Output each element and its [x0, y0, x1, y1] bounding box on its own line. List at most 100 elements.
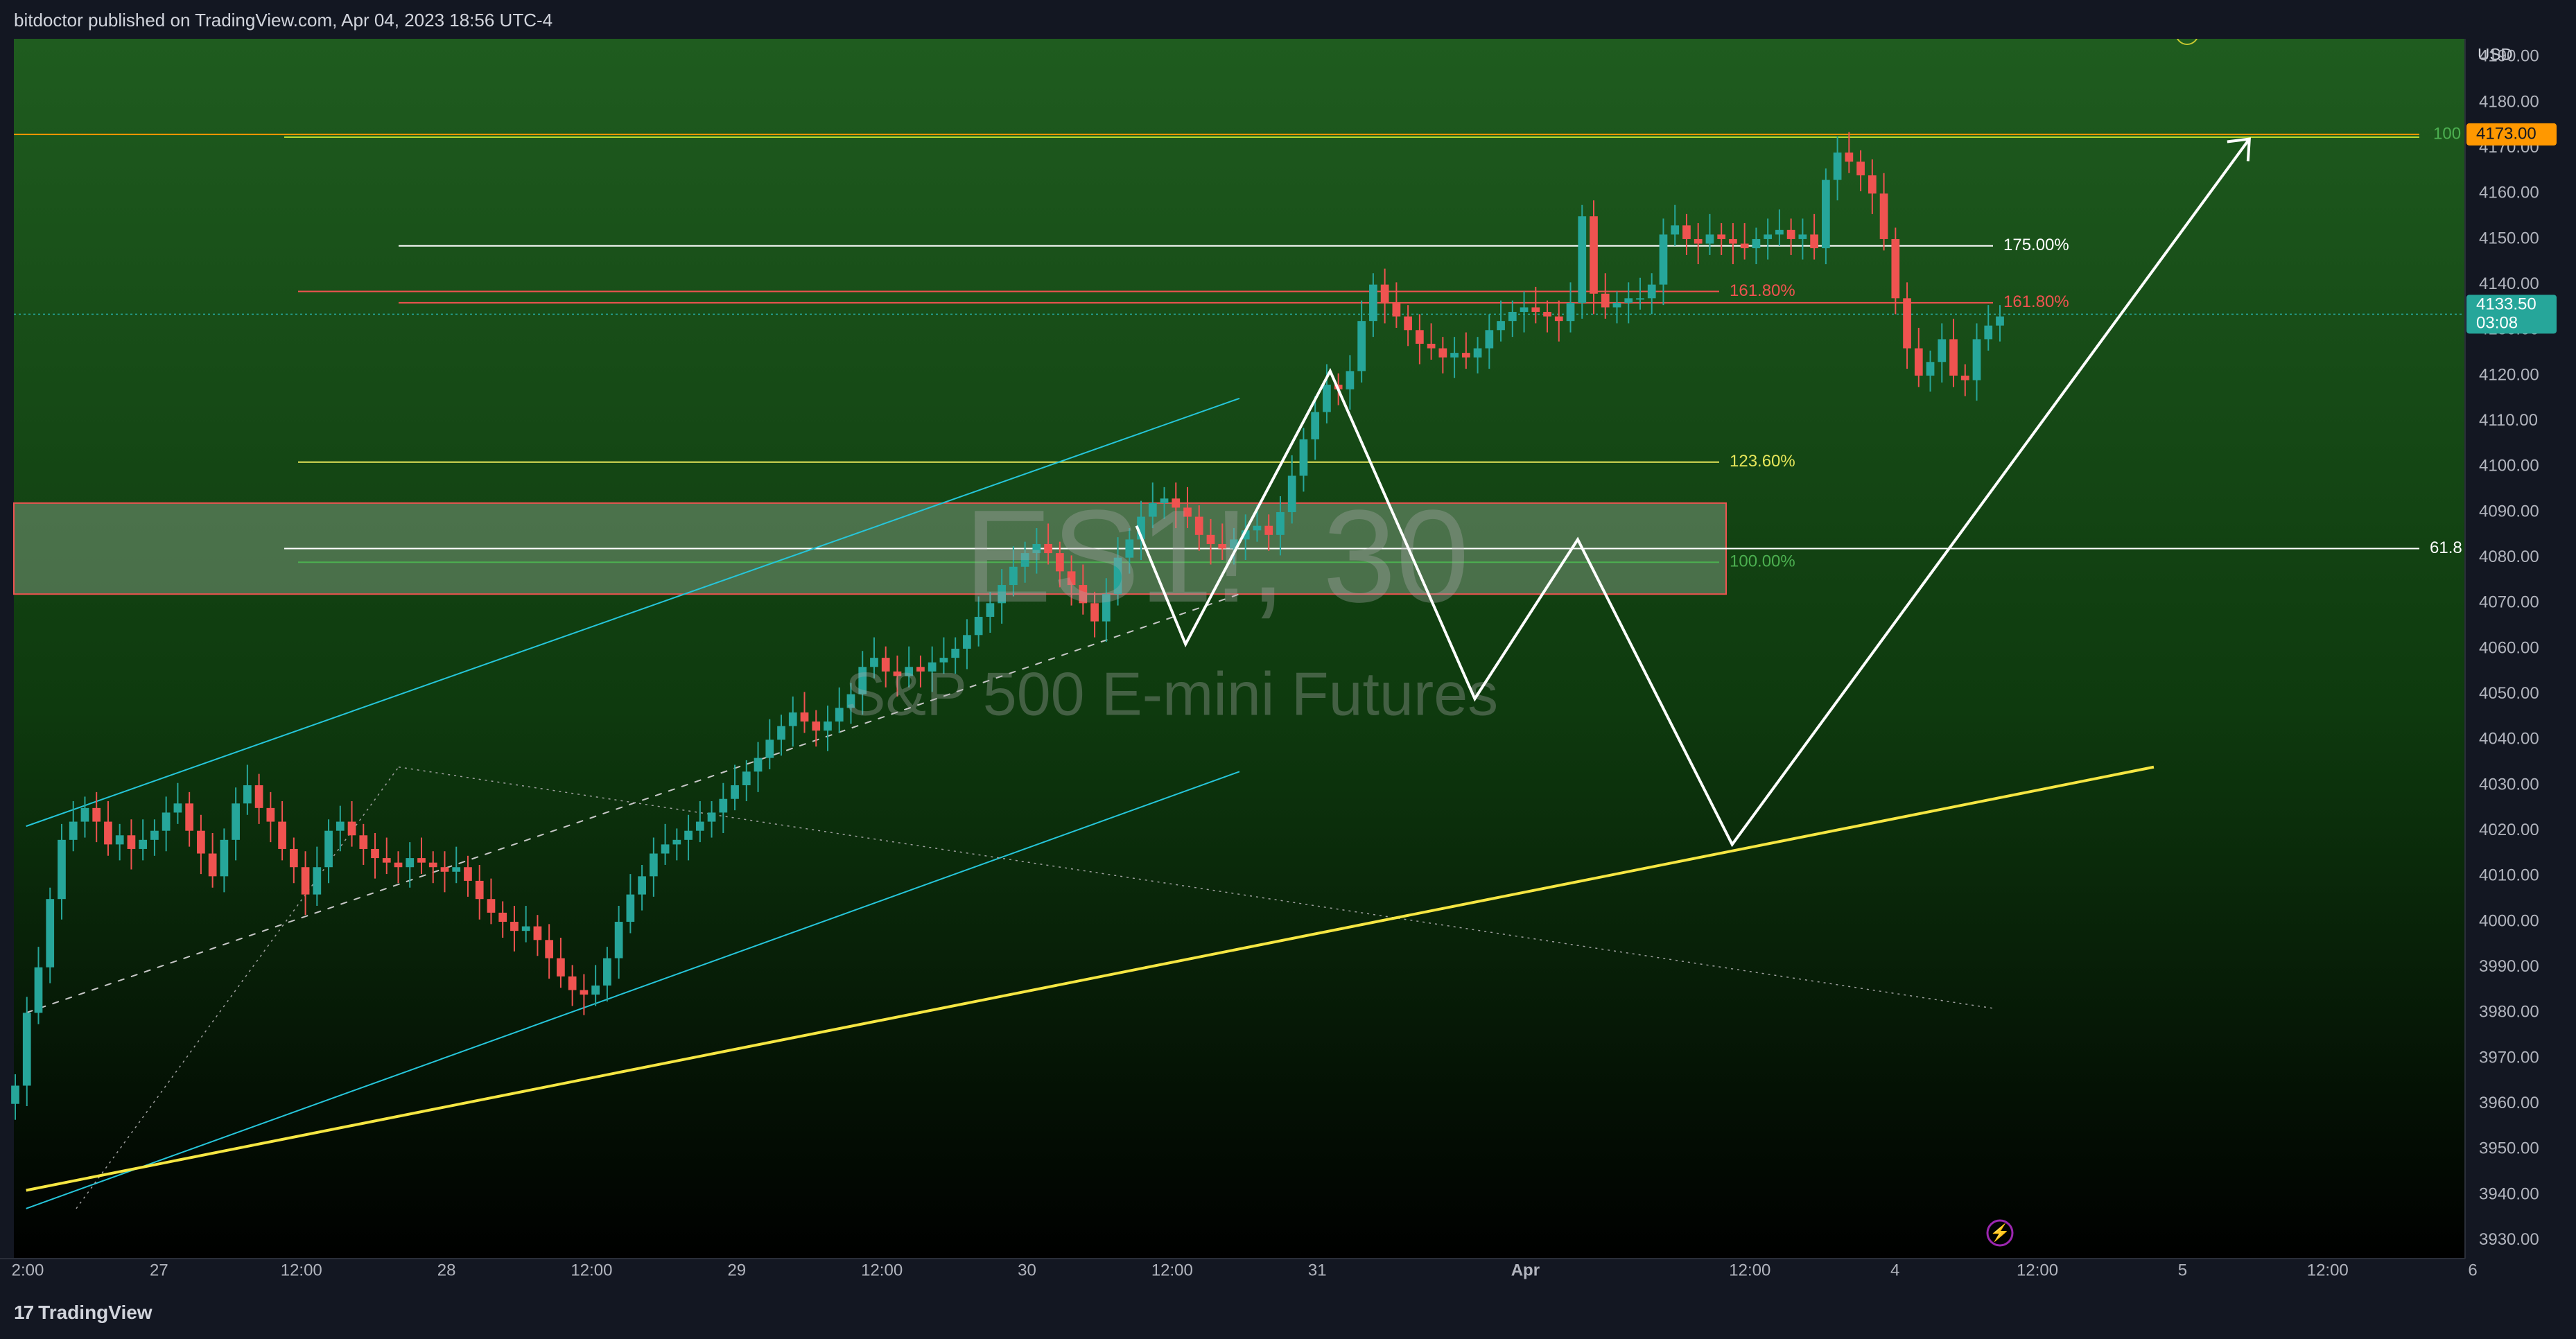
candle-body[interactable]: [336, 821, 345, 831]
candle-body[interactable]: [1392, 302, 1401, 317]
candle-body[interactable]: [301, 867, 310, 895]
candle-body[interactable]: [197, 830, 205, 854]
candle-body[interactable]: [1450, 353, 1459, 358]
candle-body[interactable]: [115, 835, 124, 845]
candle-body[interactable]: [173, 803, 182, 813]
candle-body[interactable]: [684, 830, 693, 840]
candle-body[interactable]: [812, 721, 821, 731]
candle-body[interactable]: [568, 976, 577, 990]
candle-body[interactable]: [278, 821, 286, 849]
candle-body[interactable]: [1427, 344, 1436, 349]
candle-body[interactable]: [440, 867, 449, 872]
candle-body[interactable]: [1357, 321, 1366, 371]
candle-body[interactable]: [1740, 243, 1749, 249]
candle-body[interactable]: [127, 835, 136, 849]
candle-body[interactable]: [788, 712, 797, 726]
candle-body[interactable]: [475, 880, 484, 900]
candle-body[interactable]: [1473, 348, 1482, 358]
candle-body[interactable]: [1984, 325, 1993, 340]
candle-body[interactable]: [1996, 316, 2004, 326]
candle-body[interactable]: [406, 858, 415, 868]
candle-body[interactable]: [417, 858, 426, 863]
candle-body[interactable]: [232, 803, 240, 840]
time-axis[interactable]: [0, 1259, 2465, 1290]
candle-body[interactable]: [649, 853, 658, 877]
candle-body[interactable]: [208, 853, 217, 877]
candle-body[interactable]: [1636, 298, 1644, 300]
candle-body[interactable]: [428, 862, 437, 868]
candle-body[interactable]: [1694, 238, 1703, 244]
candle-body[interactable]: [754, 758, 763, 772]
candle-body[interactable]: [1485, 330, 1494, 349]
candle-body[interactable]: [742, 771, 751, 786]
candle-body[interactable]: [1671, 225, 1680, 235]
candle-body[interactable]: [1369, 284, 1377, 322]
candle-body[interactable]: [452, 867, 461, 872]
candle-body[interactable]: [1323, 385, 1331, 412]
candle-body[interactable]: [382, 858, 391, 863]
candle-body[interactable]: [1845, 152, 1854, 162]
candle-body[interactable]: [591, 985, 600, 995]
candle-body[interactable]: [1346, 371, 1355, 390]
candle-body[interactable]: [1311, 412, 1320, 439]
candle-body[interactable]: [1786, 229, 1795, 239]
candle-body[interactable]: [1590, 216, 1598, 294]
candle-body[interactable]: [34, 967, 43, 1013]
candle-body[interactable]: [1438, 348, 1447, 358]
candle-body[interactable]: [104, 821, 112, 845]
candle-body[interactable]: [719, 798, 728, 813]
candle-body[interactable]: [638, 876, 646, 895]
candle-body[interactable]: [243, 785, 252, 804]
price-chart[interactable]: 175.00% 161.80% 161.80% 123.60% 100.00% 61.8 1…: [0, 0, 2576, 1339]
candle-body[interactable]: [185, 803, 194, 831]
candle-body[interactable]: [347, 821, 356, 836]
candle-body[interactable]: [1729, 238, 1737, 244]
candle-body[interactable]: [1891, 238, 1900, 299]
candle-body[interactable]: [487, 899, 496, 913]
candle-body[interactable]: [1578, 216, 1587, 303]
candle-body[interactable]: [1926, 362, 1935, 376]
candle-body[interactable]: [1497, 321, 1505, 331]
candle-body[interactable]: [1856, 161, 1865, 176]
candle-body[interactable]: [80, 807, 89, 822]
candle-body[interactable]: [824, 721, 832, 731]
candle-body[interactable]: [1833, 152, 1842, 180]
candle-body[interactable]: [835, 708, 844, 722]
candle-body[interactable]: [1416, 330, 1424, 344]
candle-body[interactable]: [1717, 234, 1726, 239]
candle-body[interactable]: [1821, 180, 1830, 249]
candle-body[interactable]: [1531, 307, 1540, 313]
candle-body[interactable]: [220, 839, 229, 877]
candle-body[interactable]: [1879, 193, 1888, 239]
candle-body[interactable]: [1972, 339, 1981, 380]
candle-body[interactable]: [313, 867, 322, 895]
candle-body[interactable]: [695, 821, 704, 831]
candle-body[interactable]: [324, 830, 333, 868]
candle-body[interactable]: [510, 922, 519, 931]
candle-body[interactable]: [266, 807, 275, 822]
candle-body[interactable]: [58, 839, 66, 900]
candle-body[interactable]: [557, 958, 565, 977]
candle-body[interactable]: [777, 726, 785, 740]
candle-body[interactable]: [46, 899, 55, 968]
candle-body[interactable]: [1775, 229, 1784, 235]
candle-body[interactable]: [139, 839, 148, 849]
candle-body[interactable]: [1752, 238, 1761, 249]
candle-body[interactable]: [521, 926, 530, 931]
candle-body[interactable]: [359, 835, 368, 849]
candle-body[interactable]: [498, 912, 507, 922]
candle-body[interactable]: [626, 894, 635, 922]
candle-body[interactable]: [1380, 284, 1389, 303]
candle-body[interactable]: [1960, 375, 1969, 380]
candle-body[interactable]: [1543, 312, 1551, 317]
candle-body[interactable]: [1868, 175, 1877, 194]
candle-body[interactable]: [1520, 307, 1529, 313]
candle-body[interactable]: [707, 812, 716, 822]
candle-body[interactable]: [580, 990, 589, 995]
candle-body[interactable]: [1705, 234, 1714, 244]
candle-body[interactable]: [800, 712, 809, 722]
candle-body[interactable]: [22, 1013, 31, 1086]
candle-body[interactable]: [150, 830, 159, 840]
candle-body[interactable]: [1659, 234, 1668, 285]
candle-body[interactable]: [1647, 284, 1656, 299]
